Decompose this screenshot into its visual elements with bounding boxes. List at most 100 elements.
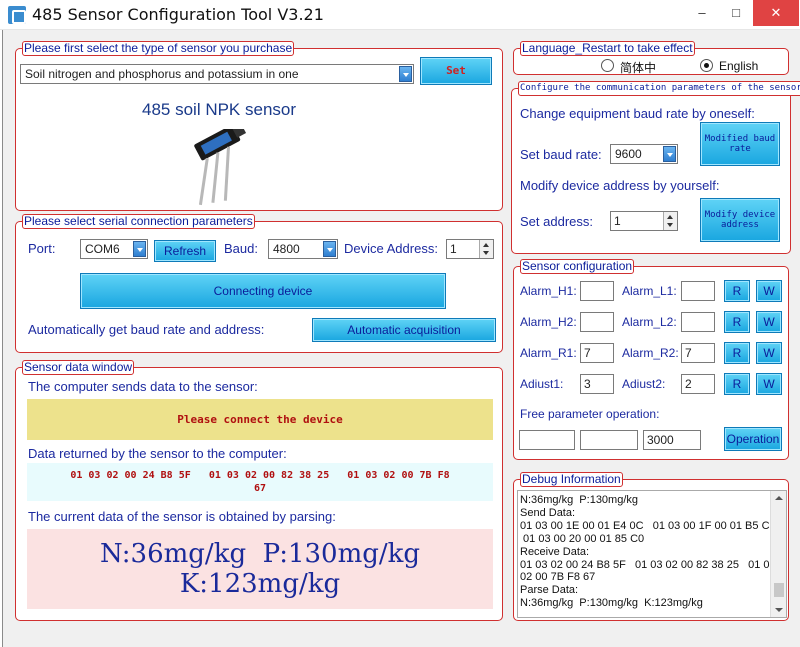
debug-line: 01 03 00 20 00 01 85 C0 — [520, 532, 645, 545]
debug-line: N:36mg/kg P:130mg/kg K:123mg/kg — [520, 597, 703, 610]
write-button[interactable]: W — [756, 373, 782, 395]
write-button[interactable]: W — [756, 311, 782, 333]
debug-line: Send Data: — [520, 506, 576, 519]
language-radio-en[interactable] — [700, 59, 713, 72]
parse-line-2: K:123mg/kg — [179, 569, 341, 599]
sensor-name: 485 soil NPK sensor — [142, 100, 297, 119]
set-button[interactable]: Set — [420, 57, 492, 85]
data-window-group: Sensor data window The computer sends da… — [15, 360, 503, 621]
send-status: Please connect the device — [177, 413, 343, 426]
debug-line: N:36mg/kg P:130mg/kg — [520, 494, 639, 506]
refresh-button[interactable]: Refresh — [154, 240, 216, 262]
device-address-value: 1 — [450, 242, 457, 256]
config-left-label: Adiust1: — [520, 377, 564, 391]
send-status-panel: Please connect the device — [27, 399, 493, 440]
parse-line-1: N:36mg/kg P:130mg/kg — [99, 539, 421, 569]
config-left-label: Alarm_R1: — [520, 346, 577, 360]
scroll-thumb[interactable] — [774, 583, 784, 597]
auto-label: Automatically get baud rate and address: — [28, 322, 265, 337]
config-left-input[interactable] — [580, 312, 614, 332]
scroll-up-icon[interactable] — [771, 491, 786, 505]
config-right-label: Alarm_R2: — [622, 346, 679, 360]
config-right-input[interactable]: 7 — [681, 343, 715, 363]
debug-textarea[interactable]: N:36mg/kg P:130mg/kg Send Data: 01 03 00 1… — [517, 490, 787, 618]
scroll-down-icon[interactable] — [771, 603, 786, 617]
language-en-label: English — [719, 59, 759, 73]
spin-arrows-icon[interactable] — [663, 212, 677, 230]
set-address-value: 1 — [614, 214, 621, 228]
modify-address-button[interactable]: Modify device address — [700, 198, 780, 242]
port-label: Port: — [28, 241, 56, 256]
read-button[interactable]: R — [724, 280, 750, 302]
main-window: Please first select the type of sensor y… — [2, 30, 800, 647]
debug-scrollbar[interactable] — [770, 491, 786, 617]
baud-label: Baud: — [224, 241, 258, 256]
set-address-label: Set address: — [520, 214, 593, 229]
data-window-legend: Sensor data window — [22, 360, 135, 375]
baud-select[interactable]: 4800 — [268, 239, 338, 259]
chevron-down-icon[interactable] — [399, 66, 412, 82]
language-cn-label: 简体中 — [620, 61, 657, 75]
free-param-input-2[interactable] — [580, 430, 638, 450]
read-button[interactable]: R — [724, 311, 750, 333]
debug-line: Receive Data: — [520, 545, 590, 558]
maximize-button[interactable]: □ — [719, 0, 753, 26]
parse-panel: N:36mg/kg P:130mg/kg K:123mg/kg — [27, 529, 493, 609]
minimize-button[interactable]: – — [685, 0, 719, 26]
debug-group: Debug Information N:36mg/kg P:130mg/kg Se… — [513, 472, 789, 621]
free-param-input-3[interactable]: 3000 — [643, 430, 701, 450]
operation-button[interactable]: Operation — [724, 427, 782, 451]
free-param-input-1[interactable] — [519, 430, 575, 450]
chevron-down-icon[interactable] — [663, 146, 676, 162]
language-radio-cn[interactable] — [601, 59, 614, 72]
spin-arrows-icon[interactable] — [479, 240, 493, 258]
debug-line: 01 03 02 00 24 B8 5F 01 03 02 00 82 38 2… — [520, 558, 776, 571]
config-left-label: Alarm_H1: — [520, 284, 577, 298]
config-right-input[interactable] — [681, 281, 715, 301]
close-button[interactable]: ✕ — [753, 0, 799, 26]
set-baud-value: 9600 — [615, 147, 642, 161]
config-left-input[interactable] — [580, 281, 614, 301]
language-group: Language_Restart to take effect 简体中 Engl… — [513, 41, 789, 75]
sensor-image — [194, 129, 247, 206]
write-button[interactable]: W — [756, 280, 782, 302]
port-select[interactable]: COM6 — [80, 239, 148, 259]
baud-value: 4800 — [273, 242, 300, 256]
address-heading: Modify device address by yourself: — [520, 178, 720, 193]
config-right-label: Adiust2: — [622, 377, 666, 391]
debug-text: N:36mg/kg P:130mg/kg Send Data: 01 03 00 1… — [520, 494, 777, 610]
config-right-input[interactable]: 2 — [681, 374, 715, 394]
auto-acquisition-button[interactable]: Automatic acquisition — [312, 318, 496, 342]
chevron-down-icon[interactable] — [133, 241, 146, 257]
read-button[interactable]: R — [724, 373, 750, 395]
set-baud-label: Set baud rate: — [520, 147, 602, 162]
sensor-config-legend: Sensor configuration — [520, 259, 635, 274]
connect-button[interactable]: Connecting device — [80, 273, 446, 309]
debug-legend: Debug Information — [520, 472, 623, 487]
debug-line: Parse Data: — [520, 584, 579, 597]
config-right-input[interactable] — [681, 312, 715, 332]
return-data: 01 03 02 00 24 B8 5F 01 03 02 00 82 38 2… — [70, 470, 450, 481]
config-right-label: Alarm_L2: — [622, 315, 677, 329]
parse-label: The current data of the sensor is obtain… — [28, 509, 336, 524]
config-left-input[interactable]: 7 — [580, 343, 614, 363]
write-button[interactable]: W — [756, 342, 782, 364]
free-param-label: Free parameter operation: — [520, 407, 660, 421]
set-baud-select[interactable]: 9600 — [610, 144, 678, 164]
app-icon — [8, 6, 26, 24]
set-address-stepper[interactable]: 1 — [610, 211, 678, 231]
config-left-input[interactable]: 3 — [580, 374, 614, 394]
title-bar: 485 Sensor Configuration Tool V3.21 – □ … — [0, 0, 800, 30]
read-button[interactable]: R — [724, 342, 750, 364]
modify-baud-button[interactable]: Modified baud rate — [700, 122, 780, 166]
return-label: Data returned by the sensor to the compu… — [28, 446, 287, 461]
language-legend: Language_Restart to take effect — [520, 41, 695, 56]
sensor-type-select[interactable]: Soil nitrogen and phosphorus and potassi… — [20, 64, 414, 84]
serial-legend: Please select serial connection paramete… — [22, 214, 255, 229]
baud-heading: Change equipment baud rate by oneself: — [520, 106, 755, 121]
debug-line: 02 00 7B F8 67 — [520, 571, 596, 584]
chevron-down-icon[interactable] — [323, 241, 336, 257]
device-address-stepper[interactable]: 1 — [446, 239, 494, 259]
sensor-config-group: Sensor configuration Alarm_H1: Alarm_L1: R… — [513, 259, 789, 460]
config-left-label: Alarm_H2: — [520, 315, 577, 329]
